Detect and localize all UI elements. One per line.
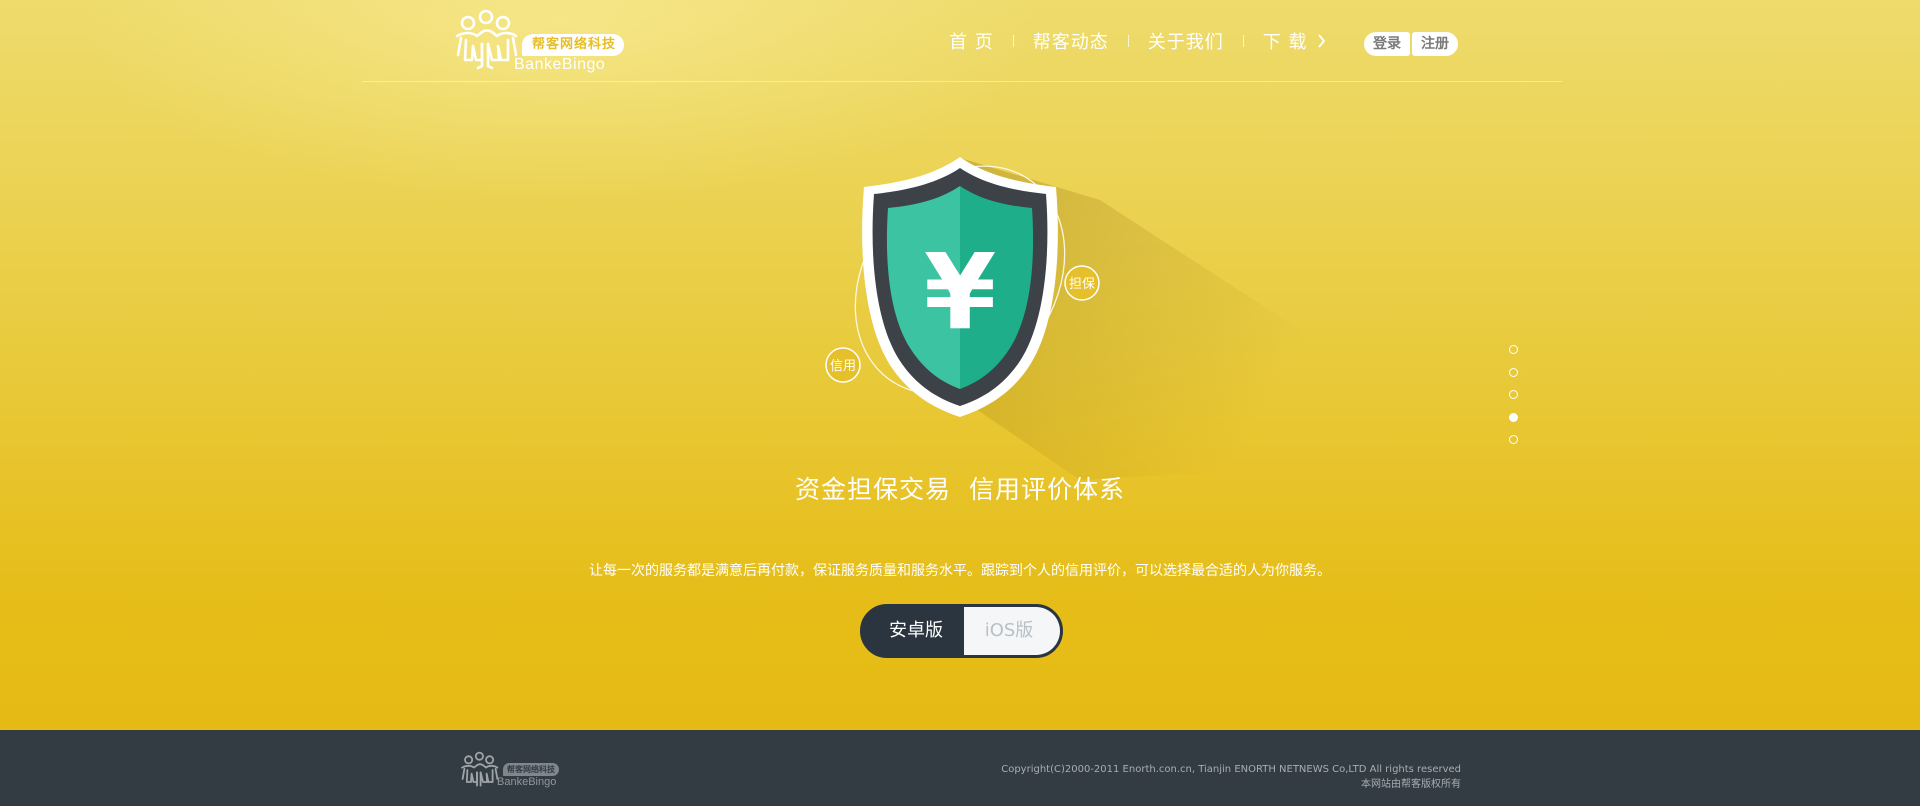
- pager-dot-2[interactable]: [1509, 367, 1518, 377]
- footer-logo[interactable]: 帮客网络科技 BankeBingo: [459, 750, 559, 792]
- ios-download-button[interactable]: iOS版: [964, 607, 1060, 655]
- android-download-button[interactable]: 安卓版: [863, 607, 963, 655]
- slide-pager: [1509, 345, 1519, 458]
- nav-item-home[interactable]: 首 页: [930, 28, 1013, 54]
- pager-dot-5[interactable]: [1509, 435, 1518, 444]
- hero-title: 资金担保交易 信用评价体系: [795, 475, 1125, 504]
- nav-item-about[interactable]: 关于我们: [1129, 28, 1243, 54]
- site-footer: 帮客网络科技 BankeBingo Copyright(C)2000-2011 …: [0, 730, 1920, 806]
- copyright-line: Copyright(C)2000-2011 Enorth.con.cn, Tia…: [1001, 764, 1461, 775]
- nav-item-label: 关于我们: [1147, 32, 1224, 53]
- logo-wordmark: BankeBingo: [514, 56, 606, 73]
- header-divider: [362, 81, 1562, 82]
- nav-item-news[interactable]: 帮客动态: [1014, 28, 1128, 54]
- register-button[interactable]: 注册: [1412, 32, 1458, 56]
- footer-logo-badge: 帮客网络科技: [503, 763, 559, 776]
- login-button[interactable]: 登录: [1364, 32, 1410, 56]
- hero-description: 让每一次的服务都是满意后再付款，保证服务质量和服务水平。跟踪到个人的信用评价，可…: [589, 563, 1331, 579]
- mascot-logo-icon: [455, 10, 518, 70]
- site-logo[interactable]: 帮客网络科技 BankeBingo: [452, 8, 625, 74]
- logo-badge: 帮客网络科技: [522, 34, 625, 56]
- tag-credit-label: 信用: [830, 359, 856, 374]
- tag-credit: 信用: [825, 347, 861, 383]
- pager-dot-4[interactable]: [1509, 412, 1518, 422]
- copyright-owner: 本网站由帮客版权所有: [1361, 779, 1461, 790]
- nav-item-label: 首 页: [949, 32, 994, 53]
- chevron-right-icon: [1318, 34, 1326, 48]
- copyright: Copyright(C)2000-2011 Enorth.con.cn, Tia…: [1001, 762, 1461, 792]
- auth-buttons: 登录 注册: [1364, 32, 1458, 56]
- tag-guarantee: 担保: [1064, 265, 1100, 301]
- nav-item-label: 下 载: [1262, 32, 1308, 53]
- mascot-logo-icon: [461, 751, 499, 787]
- site-header: 帮客网络科技 BankeBingo 首 页 帮客动态 关于我们 下 载 登录 注…: [0, 0, 1920, 82]
- pager-dot-3[interactable]: [1509, 390, 1518, 399]
- hero-illustration: ¥ 信用 担保: [780, 140, 1340, 480]
- pager-dot-1[interactable]: [1509, 345, 1518, 354]
- download-toggle: 安卓版 iOS版: [860, 604, 1063, 658]
- yuan-symbol: ¥: [924, 231, 996, 353]
- nav-item-label: 帮客动态: [1032, 32, 1109, 53]
- nav-item-download[interactable]: 下 载: [1244, 28, 1346, 54]
- footer-logo-wordmark: BankeBingo: [497, 776, 557, 788]
- main-nav: 首 页 帮客动态 关于我们 下 载: [930, 26, 1345, 56]
- tag-guarantee-label: 担保: [1069, 277, 1095, 292]
